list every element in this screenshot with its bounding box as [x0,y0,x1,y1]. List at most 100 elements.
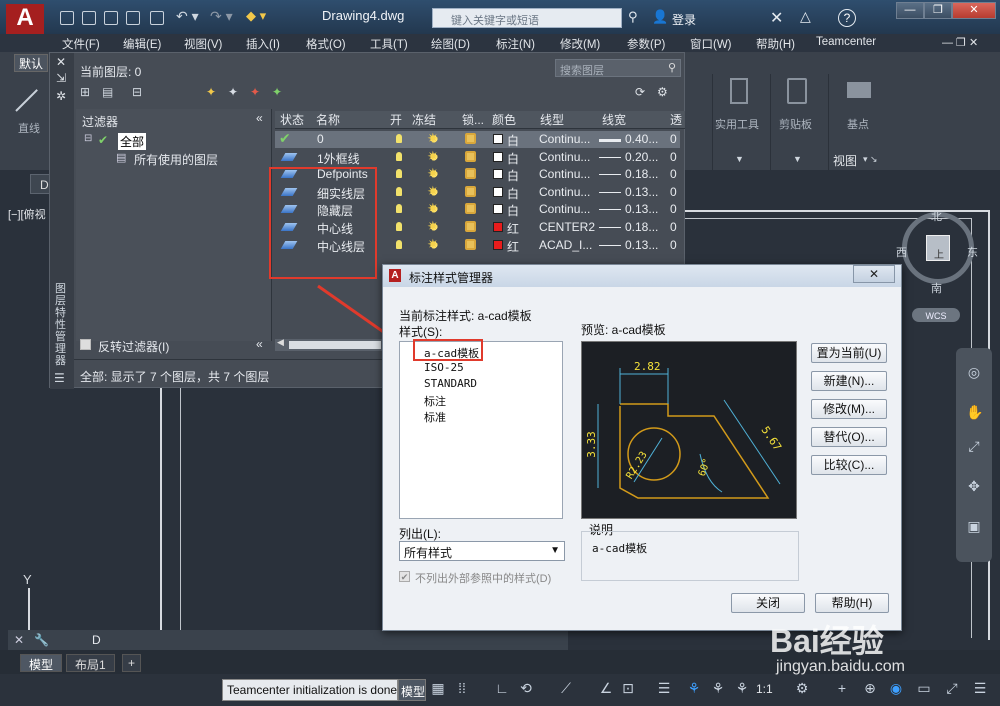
layer-name[interactable]: 中心线 [317,220,353,237]
color-swatch[interactable] [493,222,503,232]
grid-icon[interactable]: ▦ [430,680,446,696]
wrench-icon[interactable]: 🔧 [34,633,49,647]
command-line[interactable]: ✕ 🔧 D [8,630,568,650]
annotation-icon[interactable]: ⚘ [686,680,702,696]
zoom-icon[interactable]: ⤢ [966,438,982,454]
undo-icon[interactable]: ↶ ▾ [176,8,199,25]
dialog-title-bar[interactable]: A 标注样式管理器 ✕ [383,265,901,287]
print-icon[interactable] [150,11,164,25]
menu-window[interactable]: 窗口(W) [690,36,732,52]
menu-draw[interactable]: 绘图(D) [431,36,470,52]
style-item-standard[interactable]: STANDARD [424,377,477,390]
new-style-button[interactable]: 新建(N)... [811,371,887,391]
menu-insert[interactable]: 插入(I) [246,36,280,52]
layer-transparency[interactable]: 0 [670,185,677,199]
viewport-label[interactable]: [−][俯视 [8,206,46,222]
menu-help[interactable]: 帮助(H) [756,36,795,52]
group-filter-icon[interactable]: ▤ [102,85,113,99]
layer-lineweight[interactable]: 0.20... [625,150,658,164]
snap-icon[interactable]: ⁞⁞ [454,680,470,696]
user-icon[interactable]: 👤 [652,9,668,25]
style-item-iso25[interactable]: ISO-25 [424,361,464,374]
sun-icon[interactable] [427,148,440,165]
layer-search[interactable]: 搜索图层 ⚲ [555,59,681,77]
settings-icon[interactable]: ⚙ [657,85,668,99]
save-icon[interactable] [104,11,118,25]
ribbon-tab-default[interactable]: 默认 [14,54,48,72]
layer-row[interactable]: 中心线 红 CENTER2 0.18... 0 [275,218,680,237]
lightbulb-icon[interactable] [396,134,402,143]
redo-icon[interactable]: ↷ ▾ [210,8,233,25]
col-color[interactable]: 颜色 [492,111,516,128]
layer-lineweight[interactable]: 0.18... [625,167,658,181]
isolate-icon[interactable]: ⊕ [862,680,878,696]
delete-layer-icon[interactable]: ✦ [250,85,260,99]
layer-row[interactable]: 1外框线 白 Continu... 0.20... 0 [275,148,680,167]
col-lineweight[interactable]: 线宽 [602,111,626,128]
close-button[interactable]: ✕ [952,2,996,19]
lightbulb-icon[interactable] [396,222,402,231]
layer-name[interactable]: 细实线层 [317,185,365,202]
menu-tools[interactable]: 工具(T) [370,36,408,52]
maximize-button[interactable]: ❐ [924,2,952,19]
minimize-button[interactable]: — [896,2,924,19]
col-name[interactable]: 名称 [316,111,340,128]
col-transparency[interactable]: 透 [670,111,682,128]
help-dialog-button[interactable]: 帮助(H) [815,593,889,613]
set-current-icon[interactable]: ✦ [272,85,282,99]
col-on[interactable]: 开 [390,111,402,128]
annotation-visibility-icon[interactable]: ⚘ [734,680,750,696]
modify-style-button[interactable]: 修改(M)... [811,399,887,419]
layer-transparency[interactable]: 0 [670,167,677,181]
lineweight-icon[interactable]: ☰ [656,680,672,696]
refresh-icon[interactable]: ⟳ [635,85,645,99]
unlock-icon[interactable] [465,185,476,197]
scroll-left-icon[interactable]: ◀ [277,337,284,348]
menu-format[interactable]: 格式(O) [306,36,346,52]
col-status[interactable]: 状态 [280,111,304,128]
override-style-button[interactable]: 替代(O)... [811,427,887,447]
isodraft-icon[interactable]: ⟋ [558,680,574,696]
layer-row[interactable]: 隐藏层 白 Continu... 0.13... 0 [275,200,680,219]
unlock-icon[interactable] [465,203,476,215]
model-space-button[interactable]: 模型 [398,679,426,701]
close-dialog-button[interactable]: 关闭 [731,593,805,613]
col-freeze[interactable]: 冻结 [412,111,436,128]
layer-linetype[interactable]: ACAD_I... [539,238,592,252]
a360-icon[interactable]: △ [800,8,811,25]
sun-icon[interactable] [427,200,440,217]
sun-icon[interactable] [427,236,440,253]
color-swatch[interactable] [493,239,503,250]
color-swatch[interactable] [493,204,503,215]
scale-selector[interactable]: 1:1 [756,682,773,696]
login-link[interactable]: 登录 [672,11,696,28]
lightbulb-icon[interactable] [396,204,402,214]
customize-icon[interactable]: ☰ [972,680,988,696]
binoculars-icon[interactable]: ⚲ [628,9,638,25]
clean-screen-icon[interactable]: ▭ [916,680,932,696]
compare-style-button[interactable]: 比较(C)... [811,455,887,475]
polar-icon[interactable]: ⟲ [518,680,534,696]
navigation-bar[interactable]: ◎ ✋ ⤢ ✥ ▣ [956,348,992,562]
ribbon-panel-clipboard[interactable]: 剪贴板 ▼ [770,74,824,170]
line-tool[interactable]: 直线 [14,80,48,135]
orbit-icon[interactable]: ✥ [966,478,982,494]
lightbulb-icon[interactable] [396,151,402,161]
color-swatch[interactable] [493,151,503,162]
workspace-settings-icon[interactable]: ⚙ [794,680,810,696]
ortho-icon[interactable]: ∟ [494,680,510,696]
layer-lineweight[interactable]: 0.13... [625,202,658,216]
sun-icon[interactable] [427,183,440,200]
palette-close-icon[interactable]: ✕ [56,55,66,69]
layer-transparency[interactable]: 0 [670,132,677,146]
unlock-icon[interactable] [465,150,476,162]
layer-linetype[interactable]: Continu... [539,167,590,181]
tab-add[interactable]: + [122,654,142,672]
exclude-xref-checkbox[interactable]: ✔ 不列出外部参照中的样式(D) [399,569,579,585]
layer-lineweight[interactable]: 0.40... [625,132,658,146]
col-linetype[interactable]: 线型 [540,111,564,128]
layer-name[interactable]: 隐藏层 [317,202,353,219]
layer-name[interactable]: 1外框线 [317,150,360,167]
layer-linetype[interactable]: Continu... [539,202,590,216]
tab-model[interactable]: 模型 [20,654,63,672]
